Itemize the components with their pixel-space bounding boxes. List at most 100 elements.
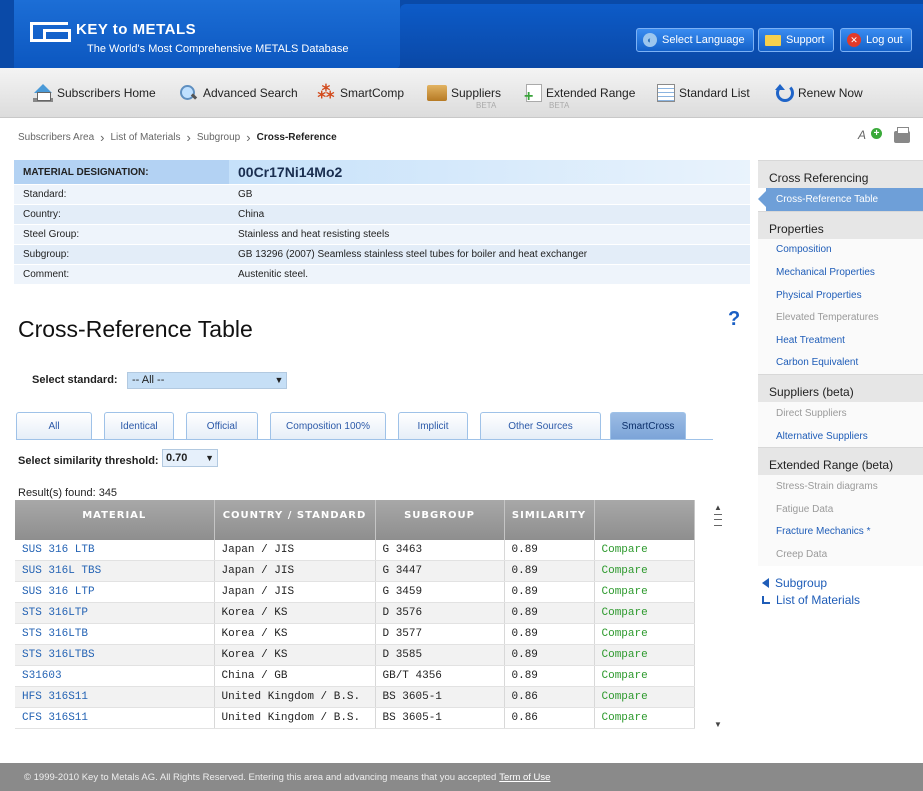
material-cell[interactable]: CFS 316S11	[15, 707, 215, 729]
renew-now-label: Renew Now	[798, 86, 863, 100]
close-icon: ✕	[847, 33, 861, 47]
breadcrumb-current: Cross-Reference	[256, 131, 337, 143]
similarity-threshold-value: 0.70	[166, 452, 188, 464]
compare-link[interactable]: Compare	[594, 581, 695, 604]
tab-implicit[interactable]: Implicit	[398, 412, 468, 439]
info-label: Standard:	[14, 185, 229, 204]
tab-other-sources[interactable]: Other Sources	[480, 412, 601, 439]
country-cell: Korea / KS	[214, 602, 376, 625]
list-of-materials-link-label: List of Materials	[776, 592, 861, 607]
tab-composition[interactable]: Composition 100%	[270, 412, 386, 439]
scroll-down-icon[interactable]: ▼	[714, 720, 722, 729]
table-row: S31603 China / GB GB/T 4356 0.89 Compare	[15, 665, 695, 687]
smartcomp-button[interactable]: ⁂ SmartComp	[316, 68, 404, 118]
smartcomp-icon: ⁂	[317, 83, 335, 102]
envelope-icon	[765, 34, 781, 46]
compare-link[interactable]: Compare	[594, 686, 695, 708]
chevron-down-icon[interactable]: ▼	[272, 372, 286, 389]
material-cell[interactable]: STS 316LTP	[15, 602, 215, 625]
column-header-material[interactable]: MATERIAL	[15, 500, 215, 540]
material-cell[interactable]: STS 316LTBS	[15, 644, 215, 666]
select-standard-dropdown[interactable]: -- All --	[127, 372, 287, 389]
print-icon[interactable]	[894, 127, 910, 143]
breadcrumb-list-of-materials[interactable]: List of Materials	[111, 132, 181, 143]
home-icon	[33, 84, 53, 102]
similarity-cell: 0.89	[504, 644, 595, 666]
table-row: CFS 316S11 United Kingdom / B.S. BS 3605-1…	[15, 707, 695, 729]
sidebar-item-carbon-equivalent[interactable]: Carbon Equivalent	[758, 351, 923, 375]
sidebar-item-heat-treatment[interactable]: Heat Treatment	[758, 328, 923, 352]
compare-link[interactable]: Compare	[594, 540, 695, 562]
select-language-button[interactable]: ◐ Select Language	[636, 28, 754, 52]
material-cell[interactable]: SUS 316L TBS	[15, 560, 215, 583]
logout-button[interactable]: ✕ Log out	[840, 28, 912, 52]
table-row: STS 316LTBS Korea / KS D 3585 0.89 Compare	[15, 644, 695, 666]
country-cell: Japan / JIS	[214, 540, 376, 562]
sidebar-item-composition[interactable]: Composition	[758, 238, 923, 262]
subscribers-home-button[interactable]: Subscribers Home	[33, 68, 156, 118]
column-header-subgroup[interactable]: SUBGROUP	[375, 500, 505, 540]
footer-copyright: © 1999-2010 Key to Metals AG. All Rights…	[24, 771, 497, 783]
subgroup-link[interactable]: Subgroup	[762, 574, 860, 591]
main-toolbar: Subscribers Home Advanced Search ⁂ Smart…	[0, 68, 923, 118]
column-header-similarity[interactable]: SIMILARITY	[504, 500, 595, 540]
list-of-materials-link[interactable]: List of Materials	[762, 591, 860, 608]
help-icon[interactable]: ?	[728, 308, 740, 331]
advanced-search-button[interactable]: Advanced Search	[179, 68, 298, 118]
material-cell[interactable]: S31603	[15, 665, 215, 687]
chevron-right-icon: ›	[100, 129, 105, 145]
material-cell[interactable]: STS 316LTB	[15, 623, 215, 645]
compare-link[interactable]: Compare	[594, 623, 695, 645]
sidebar-item-alternative-suppliers[interactable]: Alternative Suppliers	[758, 424, 923, 448]
extended-range-button[interactable]: Extended Range BETA	[524, 68, 635, 118]
sidebar-item-direct-suppliers: Direct Suppliers	[758, 402, 923, 425]
results-body: SUS 316 LTB Japan / JIS G 3463 0.89 Compare S…	[15, 540, 695, 729]
compare-link[interactable]: Compare	[594, 644, 695, 666]
country-cell: Korea / KS	[214, 644, 376, 666]
compare-link[interactable]: Compare	[594, 665, 695, 687]
sidebar-item-creep-data: Creep Data	[758, 543, 923, 566]
tab-identical[interactable]: Identical	[104, 412, 174, 439]
similarity-threshold-dropdown[interactable]: 0.70 ▼	[162, 449, 218, 467]
standard-list-button[interactable]: Standard List	[657, 68, 750, 118]
scroll-up-icon[interactable]: ▲	[714, 503, 722, 512]
sidebar-section-title: Suppliers (beta)	[758, 374, 923, 403]
country-cell: United Kingdom / B.S.	[214, 686, 376, 708]
terms-of-use-link[interactable]: Term of Use	[499, 772, 550, 783]
page-title: Cross-Reference Table	[18, 316, 253, 342]
sidebar-item-cross-reference-table[interactable]: Cross-Reference Table	[758, 188, 923, 211]
info-value: Austenitic steel.	[229, 265, 750, 284]
add-favorite-icon[interactable]: A	[858, 128, 882, 144]
tab-smartcross[interactable]: SmartCross	[610, 412, 686, 439]
similarity-cell: 0.89	[504, 665, 595, 687]
sidebar-item-mechanical-properties[interactable]: Mechanical Properties	[758, 261, 923, 284]
country-cell: Japan / JIS	[214, 560, 376, 583]
table-row: STS 316LTB Korea / KS D 3577 0.89 Compare	[15, 623, 695, 645]
logo[interactable]: KEY to METALS The World's Most Comprehen…	[14, 0, 400, 68]
scroll-handle[interactable]	[714, 514, 722, 526]
info-value: GB 13296 (2007) Seamless stainless steel…	[229, 245, 750, 264]
material-cell[interactable]: SUS 316 LTP	[15, 581, 215, 604]
tab-all[interactable]: All	[16, 412, 92, 439]
breadcrumb-subscribers-area[interactable]: Subscribers Area	[18, 132, 94, 143]
tabs-divider	[16, 439, 713, 440]
suppliers-button[interactable]: Suppliers BETA	[427, 68, 501, 118]
support-button[interactable]: Support	[758, 28, 834, 52]
smartcomp-label: SmartComp	[340, 86, 405, 100]
column-header-country[interactable]: COUNTRY / STANDARD	[214, 500, 376, 540]
compare-link[interactable]: Compare	[594, 560, 695, 583]
renew-now-button[interactable]: Renew Now	[775, 68, 863, 118]
table-header-row: MATERIAL COUNTRY / STANDARD SUBGROUP SIM…	[15, 500, 695, 540]
compare-link[interactable]: Compare	[594, 602, 695, 625]
subgroup-cell: BS 3605-1	[375, 686, 505, 708]
table-scrollbar[interactable]: ▲ ▼	[710, 500, 726, 733]
sidebar-item-physical-properties[interactable]: Physical Properties	[758, 283, 923, 307]
breadcrumb-subgroup[interactable]: Subgroup	[197, 132, 240, 143]
material-cell[interactable]: HFS 316S11	[15, 686, 215, 708]
material-cell[interactable]: SUS 316 LTB	[15, 540, 215, 562]
subgroup-cell: D 3577	[375, 623, 505, 645]
sidebar-item-fracture-mechanics[interactable]: Fracture Mechanics *	[758, 520, 923, 544]
info-value: Stainless and heat resisting steels	[229, 225, 750, 244]
tab-official[interactable]: Official	[186, 412, 258, 439]
compare-link[interactable]: Compare	[594, 707, 695, 729]
